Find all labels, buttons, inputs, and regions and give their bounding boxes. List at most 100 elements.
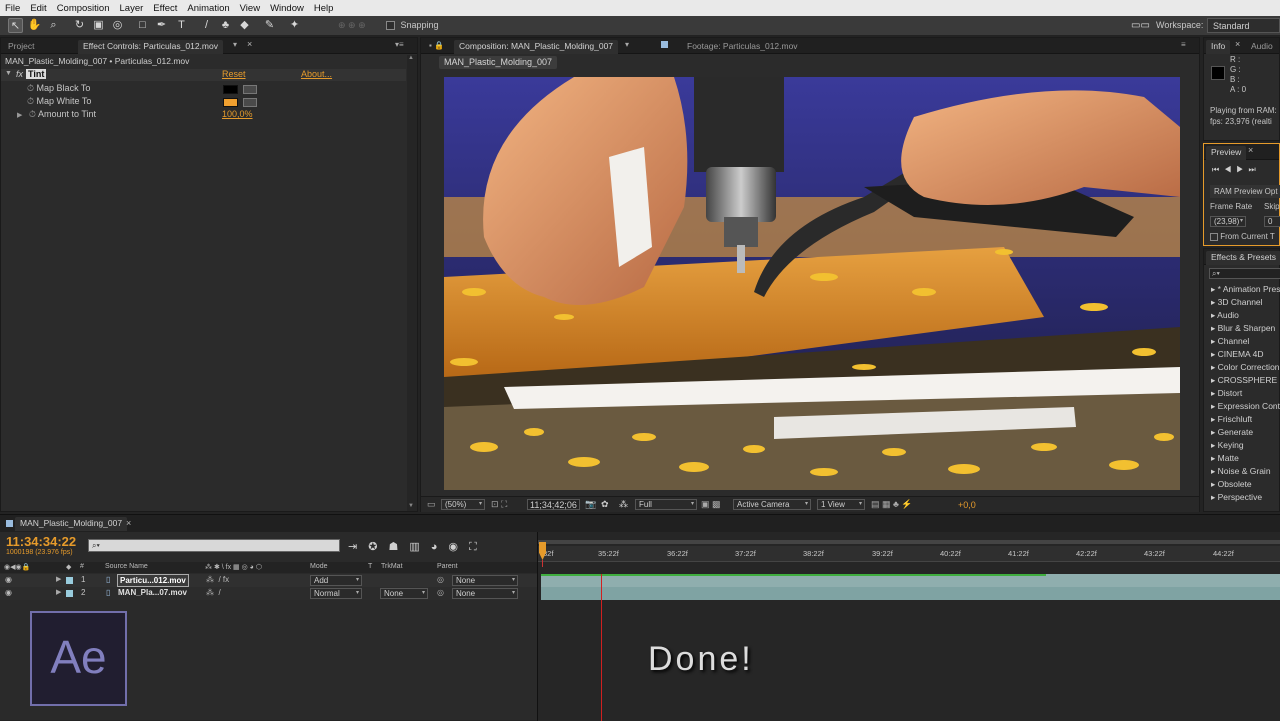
effects-category[interactable]: ▸ * Animation Pres [1207,283,1280,296]
workspace-dropdown[interactable]: Standard [1207,18,1280,33]
close-tab-icon[interactable]: × [247,39,252,49]
ram-preview-options[interactable]: RAM Preview Opt [1210,185,1280,198]
visibility-eye-icon[interactable]: ◉ [5,588,12,597]
menu-effect[interactable]: Effect [148,3,182,14]
from-current-time-option[interactable]: From Current T [1210,232,1275,241]
effects-search-input[interactable]: ⌕▾ [1209,268,1280,279]
tab-effect-controls[interactable]: Effect Controls: Particulas_012.mov [78,40,223,54]
comp-mini-flowchart-icon[interactable]: ⇥ [348,541,368,553]
current-timecode[interactable]: 11:34:34:22 [6,534,76,549]
close-tab-icon[interactable]: × [1248,145,1253,155]
timeline-search-input[interactable]: ⌕▾ [88,539,340,552]
tab-dropdown-icon[interactable]: ▾ [233,40,237,49]
prev-frame-icon[interactable]: ◀ [1224,165,1236,174]
layer-1-duration-bar[interactable] [541,574,1280,587]
camera-tool-icon[interactable]: ▣ [91,18,106,33]
play-icon[interactable]: ▶ [1236,165,1248,174]
tab-timeline[interactable]: MAN_Plastic_Molding_007 [15,517,128,531]
eyedropper-icon[interactable] [243,98,257,107]
pick-whip-icon[interactable]: ◎ [437,588,444,597]
next-frame-icon[interactable]: ⏭ [1248,165,1260,174]
layer-switches[interactable]: ⁂ / [206,588,221,597]
effects-category[interactable]: ▸ Generate [1207,426,1280,439]
map-black-color-swatch[interactable] [223,85,238,94]
effects-category[interactable]: ▸ Frischluft [1207,413,1280,426]
column-source-name[interactable]: Source Name [105,563,148,570]
panel-menu-icon[interactable]: ▾≡ [395,40,404,49]
fx-toggle[interactable]: fx [16,69,23,79]
view-layout-dropdown[interactable]: 1 View ▾ [817,499,865,510]
layer-2-duration-bar[interactable] [541,587,1280,600]
effects-category[interactable]: ▸ Obsolete [1207,478,1280,491]
menu-view[interactable]: View [235,3,265,14]
zoom-tool-icon[interactable]: ⌕ [46,18,61,33]
parent-dropdown[interactable]: None ▾ [452,588,518,599]
skip-input[interactable]: 0 [1264,216,1280,227]
expand-triangle-icon[interactable]: ▶ [56,575,61,583]
parent-dropdown[interactable]: None ▾ [452,575,518,586]
trkmat-dropdown[interactable]: None ▾ [380,588,428,599]
type-tool-icon[interactable]: T [174,18,189,33]
safe-margins-icon[interactable]: ⊡ ⛶ [491,499,507,510]
close-tab-icon[interactable]: × [1235,39,1240,49]
brainstorm-icon[interactable]: ◉ [448,541,469,553]
expand-triangle-icon[interactable]: ▶ [56,588,61,596]
magnification-dropdown[interactable]: (50%) ▾ [441,499,485,510]
effects-category[interactable]: ▸ Distort [1207,387,1280,400]
always-preview-icon[interactable]: ▭ [427,499,436,510]
workspace-icon[interactable]: ▭▭ [1131,20,1150,31]
menu-edit[interactable]: Edit [25,3,51,14]
scroll-up-icon[interactable]: ▲ [408,55,414,61]
snapping-toggle[interactable]: Snapping [386,20,439,31]
effects-category[interactable]: ▸ CROSSPHERE [1207,374,1280,387]
tab-composition[interactable]: Composition: MAN_Plastic_Molding_007 [454,40,619,54]
composition-viewer[interactable] [444,77,1180,490]
menu-layer[interactable]: Layer [115,3,149,14]
tab-effects-presets[interactable]: Effects & Presets [1206,251,1280,265]
effects-category[interactable]: ▸ 3D Channel [1207,296,1280,309]
show-snapshot-icon[interactable]: ✿ [601,499,609,510]
label-color-swatch[interactable] [66,577,73,584]
lock-icon[interactable]: ▪ 🔒 [429,41,444,50]
motion-blur-icon[interactable]: ◕ [431,541,449,553]
visibility-eye-icon[interactable]: ◉ [5,575,12,584]
roto-brush-tool-icon[interactable]: ✎ [262,18,277,33]
amount-to-tint-value[interactable]: 100,0% [222,108,253,121]
tint-effect-row[interactable]: ▼ fx Tint Reset About... [1,69,406,81]
channel-icon[interactable]: ⁂ [619,499,628,510]
expand-triangle-icon[interactable]: ▶ [17,112,22,119]
menu-animation[interactable]: Animation [182,3,234,14]
effects-category[interactable]: ▸ Keying [1207,439,1280,452]
effects-category[interactable]: ▸ Blur & Sharpen [1207,322,1280,335]
about-link[interactable]: About... [301,69,332,79]
brush-tool-icon[interactable]: / [199,18,214,33]
effects-category[interactable]: ▸ Noise & Grain [1207,465,1280,478]
comp-chip[interactable]: MAN_Plastic_Molding_007 [439,56,558,69]
reset-link[interactable]: Reset [222,69,246,79]
camera-dropdown[interactable]: Active Camera ▾ [733,499,811,510]
menu-file[interactable]: File [0,3,25,14]
blend-mode-dropdown[interactable]: Normal ▾ [310,588,362,599]
tab-preview[interactable]: Preview [1206,146,1247,160]
panel-menu-icon[interactable]: ≡ [1181,40,1186,49]
from-current-checkbox[interactable] [1210,232,1218,241]
menu-window[interactable]: Window [265,3,309,14]
tab-info[interactable]: Info [1206,40,1231,54]
tab-project[interactable]: Project [3,40,39,54]
tab-footage[interactable]: Footage: Particulas_012.mov [682,40,803,54]
eraser-tool-icon[interactable]: ◆ [237,18,252,33]
first-frame-icon[interactable]: ⏮ [1212,165,1224,174]
frame-blending-icon[interactable]: ▥ [409,541,430,553]
effects-category[interactable]: ▸ Expression Cont [1207,400,1280,413]
blend-mode-dropdown[interactable]: Add ▾ [310,575,362,586]
layer-row-1[interactable]: ◉ ▶ 1 ▯ Particu...012.mov ⁂ / fx Add ▾ ◎ … [0,574,537,587]
stopwatch-icon[interactable]: ⏱ [27,83,34,93]
effects-category[interactable]: ▸ Channel [1207,335,1280,348]
timeline-graph-area[interactable]: 32f 35:22f 36:22f 37:22f 38:22f 39:22f 4… [537,532,1280,721]
expand-triangle-icon[interactable]: ▼ [5,70,12,77]
menu-help[interactable]: Help [309,3,339,14]
effects-category[interactable]: ▸ Color Correction [1207,361,1280,374]
selection-tool-icon[interactable]: ↖ [8,18,23,33]
tab-dropdown-icon[interactable]: ▾ [625,40,629,49]
rectangle-tool-icon[interactable]: □ [135,18,150,33]
